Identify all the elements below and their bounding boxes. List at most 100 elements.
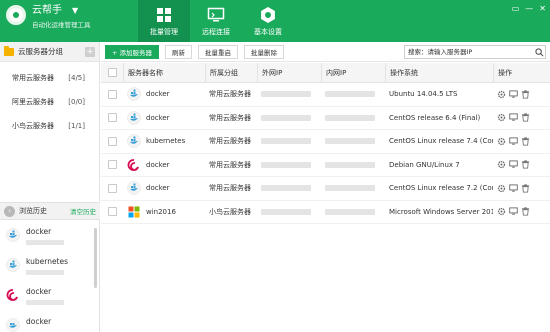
remote-desktop-icon[interactable] <box>509 113 518 122</box>
debian-icon <box>127 158 141 172</box>
docker-icon <box>6 258 20 272</box>
header-os[interactable]: 操作系统 <box>385 63 493 82</box>
row-checkbox[interactable] <box>107 160 117 170</box>
server-group: 小鸟云服务器 <box>209 207 251 216</box>
batch-restart-button[interactable]: 批量重启 <box>198 44 239 59</box>
nav-label: 批量管理 <box>150 27 178 36</box>
history-item[interactable]: kubernetes <box>0 252 100 282</box>
monitor-icon <box>206 6 226 24</box>
group-item[interactable]: 阿里云服务器 [0/0] <box>0 90 99 114</box>
history-item[interactable]: docker <box>0 222 100 252</box>
server-os: CentOS Linux release 7.2 (Core) <box>389 184 493 193</box>
header-name[interactable]: 服务器名称 <box>123 63 205 82</box>
docker-icon <box>127 87 141 101</box>
close-icon[interactable]: ✕ <box>539 4 546 13</box>
docker-icon <box>127 111 141 125</box>
table-row[interactable]: docker 常用云服务器 CentOS release 6.4 (Final) <box>101 107 550 130</box>
windows-icon <box>127 205 141 219</box>
history-header: ‹ 浏览历史 清空历史 <box>0 202 100 220</box>
nav-settings[interactable]: 基本设置 <box>242 0 294 42</box>
group-count: [1/1] <box>68 122 85 130</box>
history-title: 浏览历史 <box>19 207 47 215</box>
row-checkbox[interactable] <box>107 113 117 123</box>
folder-icon <box>4 45 14 56</box>
remote-desktop-icon[interactable] <box>509 160 518 169</box>
back-icon[interactable]: ‹ <box>4 205 15 217</box>
header-inner-ip[interactable]: 内网IP <box>321 63 385 82</box>
inner-ip-redacted <box>325 91 375 98</box>
header-ops: 操作 <box>493 63 550 82</box>
settings-icon[interactable] <box>497 160 506 169</box>
settings-icon[interactable] <box>497 207 506 216</box>
group-name: 常用云服务器 <box>12 74 54 82</box>
settings-icon[interactable] <box>497 90 506 99</box>
server-group: 常用云服务器 <box>209 137 251 146</box>
outer-ip-redacted <box>261 138 311 145</box>
remote-desktop-icon[interactable] <box>509 207 518 216</box>
server-group: 常用云服务器 <box>209 160 251 169</box>
ip-redacted <box>26 300 64 305</box>
debian-icon <box>6 288 20 302</box>
minimize-icon[interactable]: — <box>525 4 533 13</box>
remote-desktop-icon[interactable] <box>509 90 518 99</box>
batch-delete-button[interactable]: 批量删除 <box>244 44 285 59</box>
table-row[interactable]: docker 常用云服务器 Debian GNU/Linux 7 <box>101 154 550 177</box>
remote-desktop-icon[interactable] <box>509 137 518 146</box>
history-item[interactable]: docker <box>0 312 100 332</box>
row-checkbox[interactable] <box>107 207 117 217</box>
table-row[interactable]: docker 常用云服务器 CentOS Linux release 7.2 (… <box>101 177 550 201</box>
row-checkbox[interactable] <box>107 183 117 193</box>
trash-icon[interactable] <box>521 90 530 99</box>
nav-remote-connect[interactable]: 远程连接 <box>190 0 242 42</box>
trash-icon[interactable] <box>521 137 530 146</box>
outer-ip-redacted <box>261 114 311 121</box>
group-item[interactable]: 小鸟云服务器 [1/1] <box>0 114 99 138</box>
outer-ip-redacted <box>261 208 311 215</box>
server-name: kubernetes <box>146 137 186 146</box>
header-outer-ip[interactable]: 外网IP <box>257 63 321 82</box>
docker-icon <box>127 134 141 148</box>
app-name: 云帮手 <box>32 5 62 16</box>
history-scrollbar[interactable] <box>94 228 97 288</box>
history-item[interactable]: docker <box>0 282 100 312</box>
row-checkbox[interactable] <box>107 89 117 99</box>
history-name: docker <box>26 317 52 326</box>
nav-label: 远程连接 <box>202 27 230 36</box>
refresh-button[interactable]: 刷新 <box>165 44 193 59</box>
trash-icon[interactable] <box>521 160 530 169</box>
settings-icon[interactable] <box>497 113 506 122</box>
nav-batch-manage[interactable]: 批量管理 <box>138 0 190 42</box>
docker-icon <box>127 181 141 195</box>
trash-icon[interactable] <box>521 207 530 216</box>
table-row[interactable]: kubernetes 常用云服务器 CentOS Linux release 7… <box>101 130 550 154</box>
search-input[interactable] <box>405 48 533 56</box>
add-group-button[interactable]: + <box>85 46 95 57</box>
settings-icon[interactable] <box>497 137 506 146</box>
select-all-checkbox[interactable] <box>107 68 117 77</box>
sidebar: 云服务器分组 + 常用云服务器 [4/5] 阿里云服务器 [0/0] 小鸟云服务… <box>0 42 100 332</box>
add-server-button[interactable]: + 添加服务器 <box>105 44 160 59</box>
settings-icon[interactable] <box>497 184 506 193</box>
history-list: docker kubernetes docker docker <box>0 222 100 332</box>
table-row[interactable]: win2016 小鸟云服务器 Microsoft Windows Server … <box>101 201 550 224</box>
server-group: 常用云服务器 <box>209 113 251 122</box>
group-count: [0/0] <box>68 98 85 106</box>
clear-history-link[interactable]: 清空历史 <box>70 206 96 216</box>
group-item[interactable]: 常用云服务器 [4/5] <box>0 66 99 90</box>
remote-desktop-icon[interactable] <box>509 184 518 193</box>
gear-icon <box>258 6 278 24</box>
server-os: CentOS release 6.4 (Final) <box>389 113 481 122</box>
header-group[interactable]: 所属分组 <box>205 63 257 82</box>
server-table: 服务器名称 所属分组 外网IP 内网IP 操作系统 操作 docker 常用云服… <box>101 63 550 224</box>
trash-icon[interactable] <box>521 113 530 122</box>
chevron-down-icon[interactable]: ▼ <box>72 5 78 17</box>
row-checkbox[interactable] <box>107 136 117 146</box>
ip-redacted <box>26 270 64 275</box>
inner-ip-redacted <box>325 138 375 145</box>
trash-icon[interactable] <box>521 184 530 193</box>
search-icon[interactable] <box>533 46 545 58</box>
restore-icon[interactable]: ▭ <box>512 4 520 13</box>
table-row[interactable]: docker 常用云服务器 Ubuntu 14.04.5 LTS <box>101 83 550 107</box>
history-name: docker <box>26 287 52 296</box>
app-logo <box>6 5 26 25</box>
